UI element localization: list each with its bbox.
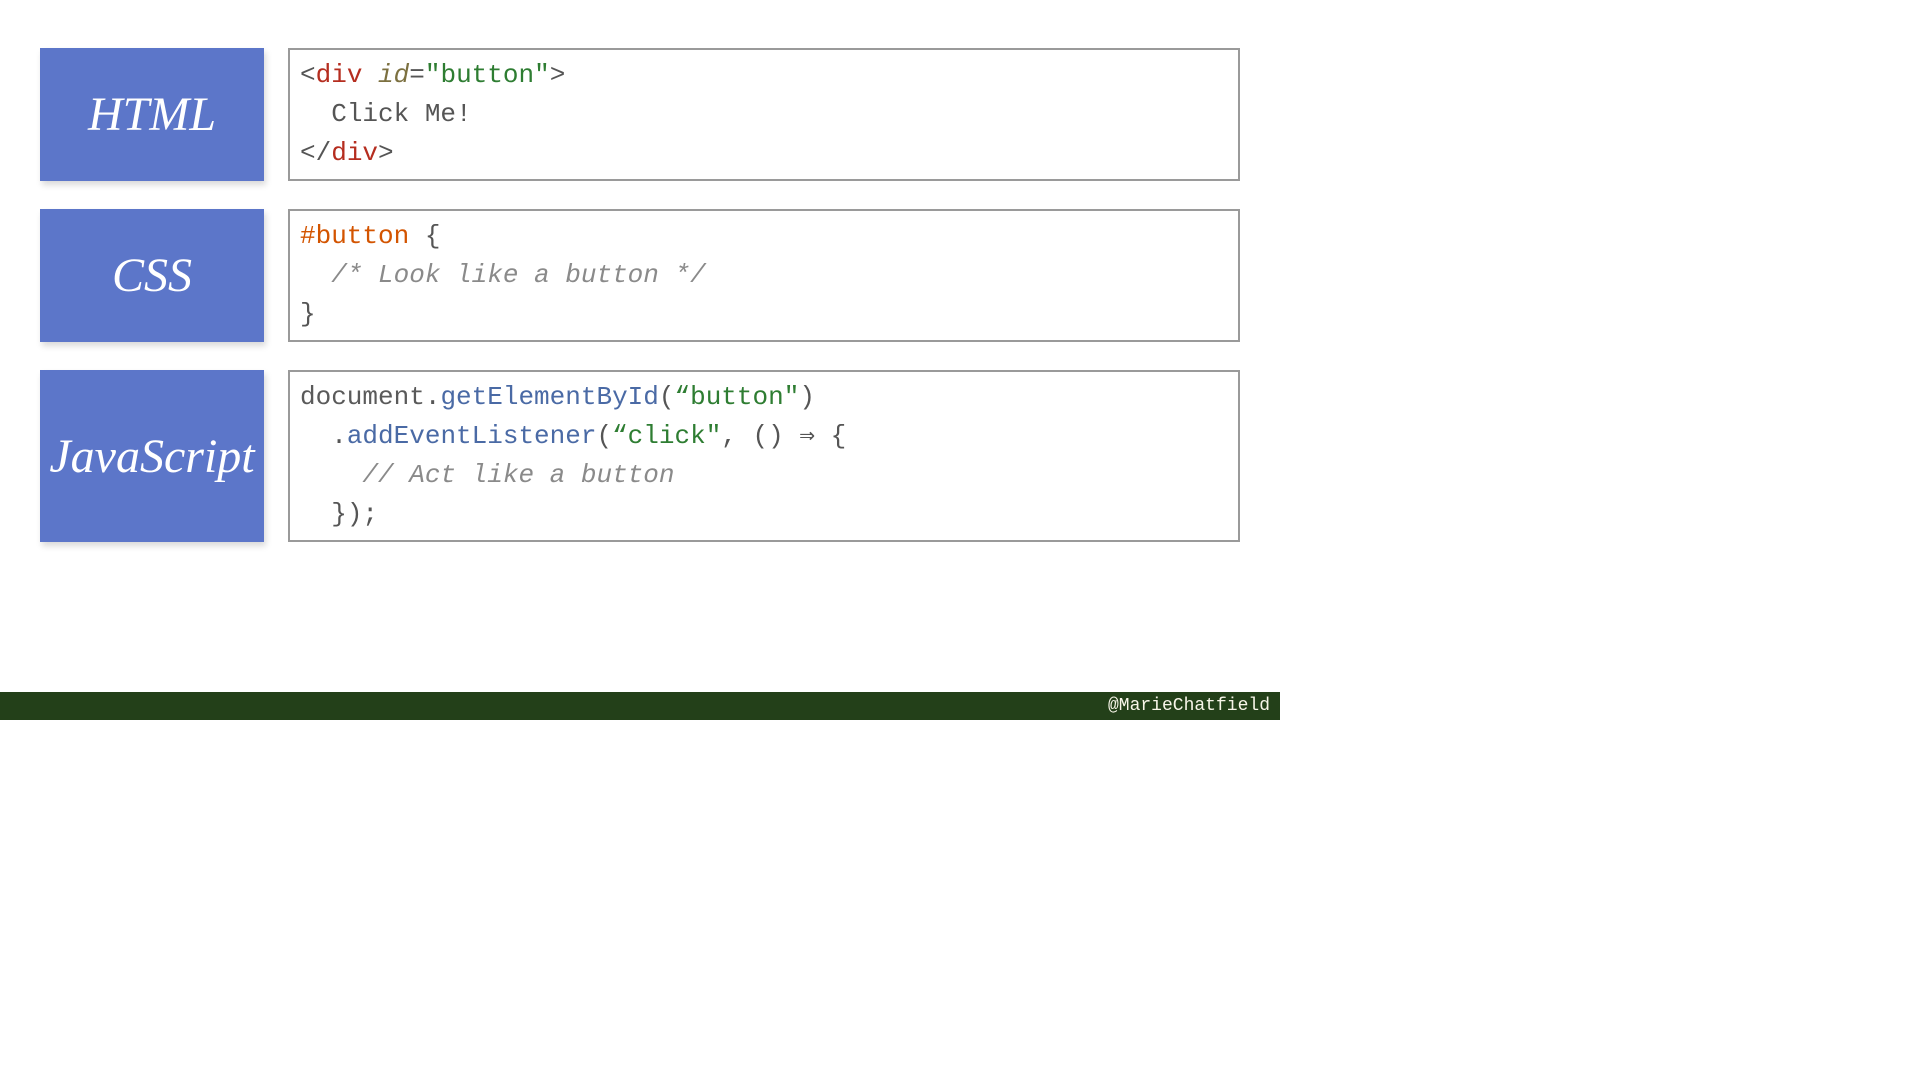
row-html: HTML <div id="button"> Click Me! </div> <box>40 48 1240 181</box>
html-line-1: <div id="button"> <box>300 56 1228 95</box>
label-css-text: CSS <box>112 248 192 303</box>
css-line-2: /* Look like a button */ <box>300 256 1228 295</box>
label-css: CSS <box>40 209 264 342</box>
code-html: <div id="button"> Click Me! </div> <box>288 48 1240 181</box>
js-line-1: document.getElementById(“button") <box>300 378 1228 417</box>
label-html: HTML <box>40 48 264 181</box>
code-css: #button { /* Look like a button */ } <box>288 209 1240 342</box>
js-line-4: }); <box>300 495 1228 534</box>
html-line-2: Click Me! <box>300 95 1228 134</box>
slide-content: HTML <div id="button"> Click Me! </div> … <box>0 0 1280 542</box>
css-line-3: } <box>300 295 1228 334</box>
footer-handle: @MarieChatfield <box>1108 696 1270 716</box>
footer-bar: @MarieChatfield <box>0 692 1280 720</box>
css-line-1: #button { <box>300 217 1228 256</box>
row-css: CSS #button { /* Look like a button */ } <box>40 209 1240 342</box>
html-line-3: </div> <box>300 134 1228 173</box>
label-js: JavaScript <box>40 370 264 542</box>
code-js: document.getElementById(“button") .addEv… <box>288 370 1240 542</box>
label-html-text: HTML <box>88 87 216 142</box>
row-js: JavaScript document.getElementById(“butt… <box>40 370 1240 542</box>
js-line-3: // Act like a button <box>300 456 1228 495</box>
js-line-2: .addEventListener(“click", () ⇒ { <box>300 417 1228 456</box>
label-js-text: JavaScript <box>49 429 254 484</box>
